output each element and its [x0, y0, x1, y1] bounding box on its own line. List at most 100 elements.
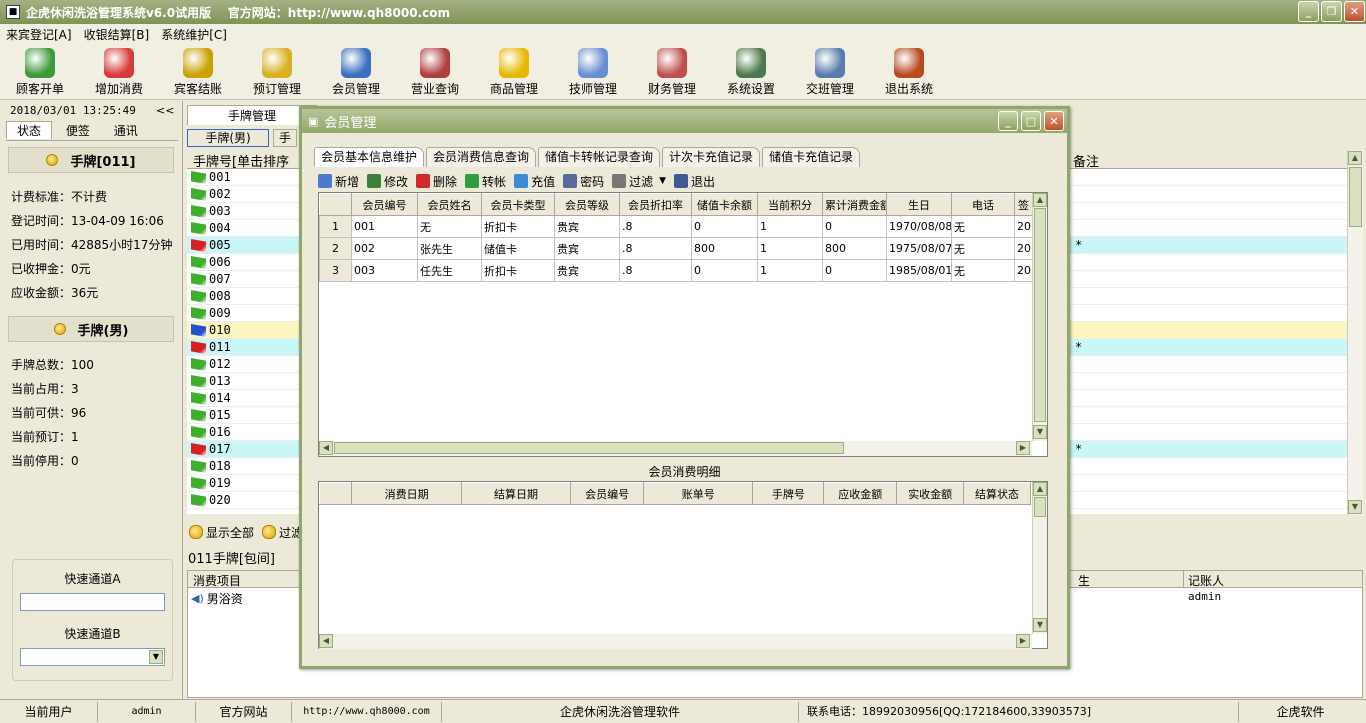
tab-stored-value-recharge[interactable]: 储值卡充值记录: [762, 147, 861, 167]
member-cell[interactable]: 800: [822, 237, 887, 260]
member-cell[interactable]: 0: [691, 215, 758, 238]
menu-guest-register[interactable]: 来宾登记[A]: [6, 26, 72, 43]
member-col-header[interactable]: 储值卡余额: [691, 193, 758, 216]
menu-cashier[interactable]: 收银结算[B]: [84, 26, 150, 43]
member-cell[interactable]: 贵宾: [554, 215, 620, 238]
member-cell[interactable]: 20: [1014, 259, 1033, 282]
col-technician[interactable]: 生: [1078, 572, 1090, 589]
table-row[interactable]: 3 003 任先生 折扣卡 贵宾 .8 0 1 0 1985/08/01 无 20: [319, 259, 1033, 282]
member-col-header[interactable]: 累计消费金额: [822, 193, 887, 216]
dialog-tool-button[interactable]: 退出: [674, 173, 715, 190]
tab-notes[interactable]: 便签: [56, 122, 100, 140]
scroll-thumb[interactable]: [1349, 167, 1362, 227]
member-cell[interactable]: 1: [757, 237, 823, 260]
member-cell[interactable]: 贵宾: [554, 237, 620, 260]
member-cell[interactable]: 800: [691, 237, 758, 260]
table-row[interactable]: ◀) 男浴资: [188, 589, 243, 607]
col-hand-tag-no[interactable]: 手牌号[单击排序: [193, 151, 289, 170]
status-site[interactable]: http://www.qh8000.com: [292, 701, 442, 722]
table-row[interactable]: 2 002 张先生 储值卡 贵宾 .8 800 1 800 1975/08/07 无 20: [319, 237, 1033, 260]
member-cell[interactable]: 0: [822, 259, 887, 282]
consumption-col-header[interactable]: 实收金额: [896, 482, 965, 505]
dialog-tool-button[interactable]: 过滤 ▼: [612, 173, 666, 190]
member-cell[interactable]: 1985/08/01: [886, 259, 952, 282]
dialog-tool-button[interactable]: 修改: [367, 173, 408, 190]
member-cell[interactable]: 1975/08/07: [886, 237, 952, 260]
member-cell[interactable]: 001: [351, 215, 418, 238]
dialog-tool-button[interactable]: 充值: [514, 173, 555, 190]
scroll-right-icon[interactable]: ▶: [1016, 634, 1030, 648]
tab-contacts[interactable]: 通讯: [104, 122, 148, 140]
restore-button[interactable]: ❐: [1321, 1, 1342, 22]
toolbar-button-person[interactable]: 顾客开单: [1, 46, 79, 98]
scroll-down-icon[interactable]: ▼: [1033, 618, 1047, 632]
scroll-right-icon[interactable]: ▶: [1016, 441, 1030, 455]
toolbar-button-group[interactable]: 技师管理: [554, 46, 632, 98]
member-cell[interactable]: 1: [757, 215, 823, 238]
member-cell[interactable]: 20: [1014, 215, 1033, 238]
minimize-button[interactable]: _: [1298, 1, 1319, 22]
consumption-col-header[interactable]: 应收金额: [823, 482, 898, 505]
toolbar-button-handshake[interactable]: 交班管理: [791, 46, 869, 98]
tab-stored-value-transfer-query[interactable]: 储值卡转帐记录查询: [538, 147, 661, 167]
member-col-header[interactable]: 生日: [886, 193, 952, 216]
member-cell[interactable]: 折扣卡: [481, 259, 555, 282]
dialog-tool-button[interactable]: 密码: [563, 173, 604, 190]
member-cell[interactable]: 无: [951, 259, 1015, 282]
member-col-header[interactable]: 电话: [951, 193, 1015, 216]
member-cell[interactable]: 0: [691, 259, 758, 282]
scroll-left-icon[interactable]: ◀: [319, 634, 333, 648]
chevron-down-icon[interactable]: ▼: [659, 176, 666, 186]
member-col-header[interactable]: 会员折扣率: [619, 193, 692, 216]
member-table-vscroll[interactable]: ▲ ▼: [1032, 193, 1047, 441]
scroll-thumb[interactable]: [1034, 208, 1046, 422]
member-cell[interactable]: 20: [1014, 237, 1033, 260]
member-table-hscroll[interactable]: ◀ ▶: [319, 441, 1032, 456]
consumption-col-header[interactable]: 账单号: [643, 482, 754, 505]
member-col-header[interactable]: 会员编号: [351, 193, 418, 216]
dialog-maximize-button[interactable]: □: [1021, 111, 1041, 131]
member-cell[interactable]: 003: [351, 259, 418, 282]
toolbar-button-users[interactable]: 会员管理: [317, 46, 395, 98]
subtab-other[interactable]: 手: [273, 129, 297, 147]
subtab-male[interactable]: 手牌(男): [187, 129, 269, 147]
dialog-tool-button[interactable]: 删除: [416, 173, 457, 190]
col-account-person[interactable]: 记账人: [1188, 572, 1224, 589]
toolbar-button-cards[interactable]: 财务管理: [633, 46, 711, 98]
collapse-pane-button[interactable]: <<: [156, 104, 174, 117]
member-col-header[interactable]: 会员姓名: [417, 193, 482, 216]
toolbar-button-arrow-right[interactable]: 宾客结账: [159, 46, 237, 98]
tab-member-consumption-query[interactable]: 会员消费信息查询: [426, 147, 537, 167]
hand-tag-list-scrollbar[interactable]: ▲ ▼: [1347, 150, 1363, 515]
tab-hand-tag-management[interactable]: 手牌管理: [187, 105, 317, 125]
tab-status[interactable]: 状态: [6, 121, 53, 139]
member-cell[interactable]: .8: [619, 215, 692, 238]
consumption-col-header[interactable]: 结算状态: [963, 482, 1031, 505]
toolbar-button-calendar[interactable]: 营业查询: [396, 46, 474, 98]
col-consumption-item[interactable]: 消费项目: [193, 572, 241, 589]
show-all-button[interactable]: 显示全部: [206, 524, 254, 541]
dialog-close-button[interactable]: ✕: [1044, 111, 1064, 131]
member-cell[interactable]: 002: [351, 237, 418, 260]
consumption-vscroll[interactable]: ▲ ▼: [1032, 482, 1047, 634]
close-button[interactable]: ✕: [1344, 1, 1365, 22]
member-cell[interactable]: .8: [619, 237, 692, 260]
toolbar-button-plus[interactable]: 增加消费: [80, 46, 158, 98]
toolbar-button-star[interactable]: 商品管理: [475, 46, 553, 98]
tab-count-card-recharge[interactable]: 计次卡充值记录: [662, 147, 761, 167]
member-cell[interactable]: 无: [951, 215, 1015, 238]
toolbar-button-settings[interactable]: 系统设置: [712, 46, 790, 98]
col-note[interactable]: 备注: [1073, 151, 1099, 170]
tab-member-basic-info[interactable]: 会员基本信息维护: [314, 147, 425, 167]
quick-channel-b-select[interactable]: ▼: [20, 648, 165, 666]
consumption-col-header[interactable]: 消费日期: [351, 482, 462, 505]
member-cell[interactable]: 折扣卡: [481, 215, 555, 238]
member-cell[interactable]: 贵宾: [554, 259, 620, 282]
scroll-down-icon[interactable]: ▼: [1348, 500, 1362, 514]
scroll-left-icon[interactable]: ◀: [319, 441, 333, 455]
member-cell[interactable]: 1: [757, 259, 823, 282]
toolbar-button-clock[interactable]: 预订管理: [238, 46, 316, 98]
menu-maintenance[interactable]: 系统维护[C]: [161, 26, 227, 43]
member-cell[interactable]: 1970/08/08: [886, 215, 952, 238]
dialog-tool-button[interactable]: 新增: [318, 173, 359, 190]
